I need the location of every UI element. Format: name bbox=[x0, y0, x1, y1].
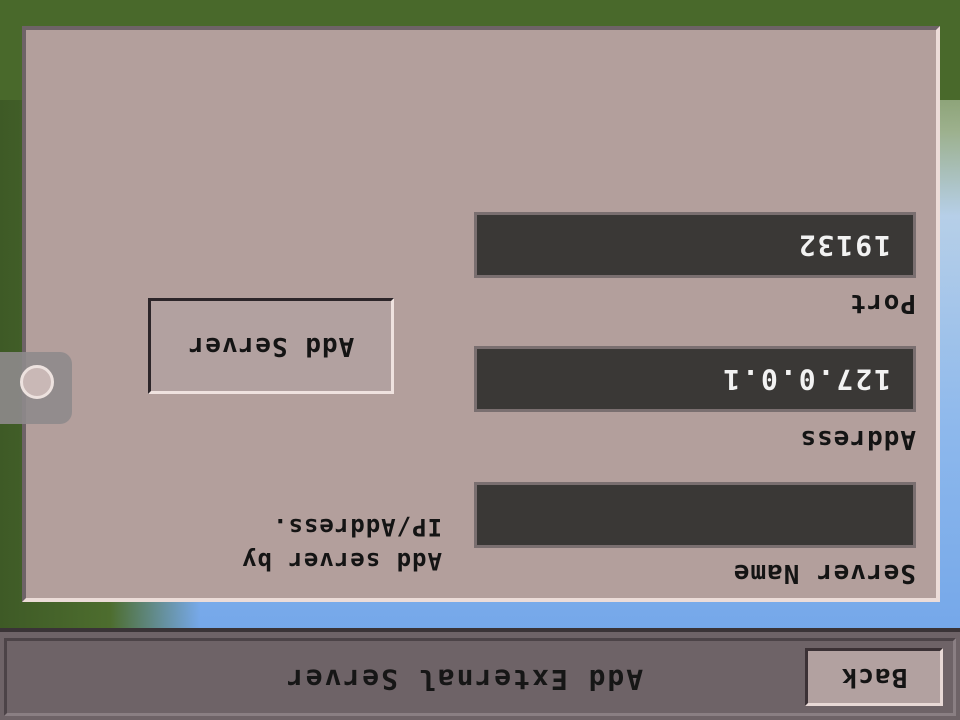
add-server-hint: Add server by IP/Address. bbox=[241, 513, 442, 575]
back-button[interactable]: Back bbox=[805, 648, 943, 706]
add-server-button-label: Add Server bbox=[187, 331, 355, 361]
drawer-handle-icon[interactable] bbox=[20, 365, 54, 399]
port-label: Port bbox=[849, 288, 916, 318]
page-title: Add External Server bbox=[284, 663, 644, 696]
server-name-label: Server Name bbox=[732, 558, 916, 588]
port-field[interactable]: 19132 bbox=[474, 212, 916, 278]
screen: Back Add External Server Server Name Add… bbox=[0, 0, 960, 720]
title-bar: Back Add External Server bbox=[0, 628, 960, 720]
address-field[interactable]: 127.0.0.1 bbox=[474, 346, 916, 412]
add-server-button[interactable]: Add Server bbox=[148, 298, 394, 394]
server-form-panel: Server Name Address 127.0.0.1 Port 19132… bbox=[22, 26, 940, 602]
server-name-field[interactable] bbox=[474, 482, 916, 548]
address-label: Address bbox=[799, 424, 916, 454]
back-button-label: Back bbox=[840, 662, 908, 692]
